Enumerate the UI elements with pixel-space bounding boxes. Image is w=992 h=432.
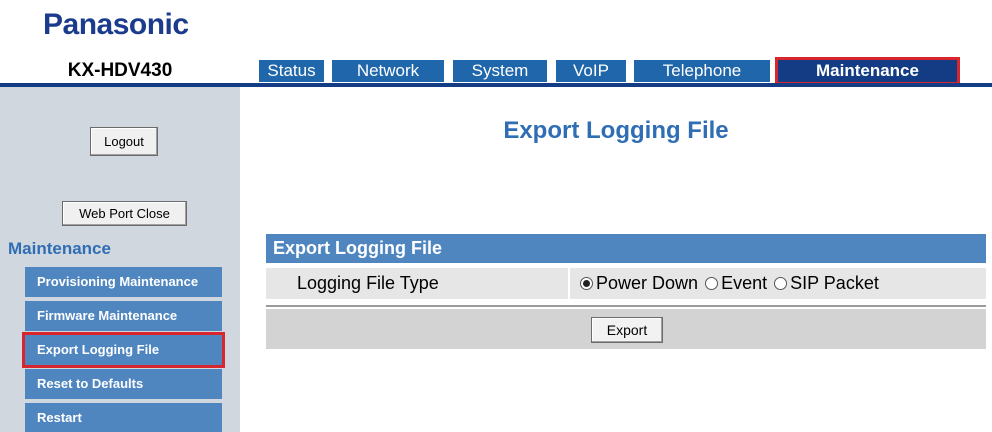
logging-file-type-options: Power Down Event SIP Packet: [570, 268, 986, 299]
field-label: Logging File Type: [266, 268, 568, 299]
divider: [266, 305, 986, 307]
power-down-label: Power Down: [596, 273, 699, 293]
section-header: Export Logging File: [266, 234, 986, 263]
event-radio[interactable]: [705, 277, 719, 290]
web-port-close-button[interactable]: Web Port Close: [62, 201, 187, 226]
action-bar: Export: [266, 309, 986, 349]
tab-telephone[interactable]: Telephone: [634, 60, 770, 82]
tab-network[interactable]: Network: [332, 60, 444, 82]
sidebar-item-export-logging-file[interactable]: Export Logging File: [22, 332, 225, 368]
sidebar-item-provisioning-maintenance[interactable]: Provisioning Maintenance: [25, 267, 222, 297]
sip-packet-label: SIP Packet: [790, 273, 879, 293]
logout-button[interactable]: Logout: [90, 127, 158, 156]
power-down-radio[interactable]: [580, 277, 593, 290]
tab-maintenance[interactable]: Maintenance: [775, 57, 960, 85]
sidebar-item-restart[interactable]: Restart: [25, 403, 222, 432]
event-label: Event: [721, 273, 768, 293]
sidebar-item-firmware-maintenance[interactable]: Firmware Maintenance: [25, 301, 222, 331]
logging-file-type-row: Logging File Type Power Down Event SIP P…: [266, 265, 986, 299]
sip-packet-radio[interactable]: [774, 277, 788, 290]
tab-system[interactable]: System: [453, 60, 547, 82]
page-title: Export Logging File: [503, 117, 729, 144]
sidebar-heading: Maintenance: [8, 239, 111, 258]
panasonic-logo: Panasonic: [43, 8, 189, 41]
tab-status[interactable]: Status: [259, 60, 324, 82]
sidebar-item-reset-to-defaults[interactable]: Reset to Defaults: [25, 369, 222, 399]
sidebar: Logout Web Port Close Maintenance Provis…: [0, 87, 240, 432]
tab-voip[interactable]: VoIP: [556, 60, 626, 82]
model-name: KX-HDV430: [67, 60, 173, 81]
export-button[interactable]: Export: [591, 317, 663, 343]
